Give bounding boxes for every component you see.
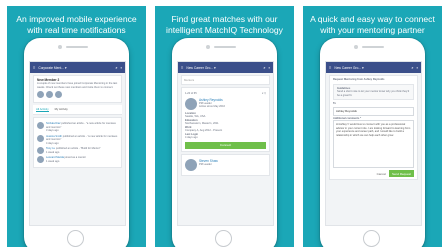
card-body: A couple of new members have joined Corp… [37,82,118,89]
phone-screen: ≡ New Career Gro... ▾ ⌕ ▪ Mentors 1-20 o… [177,61,274,226]
panel-headline: An improved mobile experience with real … [16,14,137,35]
tab-all-activity[interactable]: All Activity [36,107,49,112]
promo-panel-notifications: An improved mobile experience with real … [7,6,146,247]
activity-text: joined as a mentor [64,156,86,159]
app-title[interactable]: New Career Gro... ▾ [334,66,408,70]
notification-icon[interactable]: ▪ [417,65,418,70]
phone-mockup: ≡ New Career Gro... ▾ ⌕ ▪ Request Mentor… [320,38,425,247]
activity-tabs: All Activity My Activity [33,105,122,115]
field-value: 4 days ago [185,136,198,139]
avatar[interactable] [185,97,197,110]
speaker-grille [66,46,88,48]
form-actions: Cancel Send Request [333,170,414,177]
camera-icon [354,45,358,49]
search-input[interactable]: Mentors [181,75,270,85]
app-title[interactable]: Corporate Ment... ▾ [38,66,112,70]
menu-icon[interactable]: ≡ [181,65,183,70]
match-name[interactable]: Ashley Reynolds [199,98,225,102]
request-title: Request Mentoring from Ashley Reynolds [333,78,385,81]
notification-icon[interactable]: ▪ [121,65,122,70]
speaker-grille [214,46,236,48]
send-request-button[interactable]: Send Request [388,170,414,177]
cancel-button[interactable]: Cancel [377,172,386,176]
phone-mockup: ≡ New Career Gro... ▾ ⌕ ▪ Mentors 1-20 o… [172,38,277,247]
app-header: ≡ New Career Gro... ▾ ⌕ ▪ [326,62,421,73]
to-field[interactable]: Ashley Reynolds [333,106,414,116]
list-item[interactable]: Sinhala Diaz published an article - "a n… [37,122,118,133]
member-avatars [37,91,118,98]
activity-text: published an article - "Build for Mentor… [55,147,101,150]
guidelines-box: Guidelines Send a short note to let your… [333,83,414,100]
match-name[interactable]: Steven Shaw [199,159,218,163]
results-card: 1-20 of 65 ▾ ⚲ Ashley Reynolds PM Leader… [181,87,270,152]
profile-field: Education Northwestern, Master's, 2011 [185,119,266,126]
avatar [37,147,44,154]
home-button[interactable] [363,230,380,247]
phone-screen: ≡ New Career Gro... ▾ ⌕ ▪ Request Mentor… [325,61,422,226]
phone-screen: ≡ Corporate Ment... ▾ ⌕ ▪ New Member 2 A… [29,61,126,226]
activity-meta: 1 week ago [46,150,60,154]
promo-panel-matching: Find great matches with our intelligent … [155,6,294,247]
search-icon[interactable]: ⌕ [115,65,117,70]
notification-icon[interactable]: ▪ [269,65,270,70]
home-button[interactable] [215,230,232,247]
match-header: Steven Shaw PM Leader [185,158,266,171]
avatar [37,156,44,163]
menu-icon[interactable]: ≡ [329,65,331,70]
match-profile[interactable]: Steven Shaw PM Leader [181,153,270,176]
match-role: PM Leader [199,162,212,166]
list-item[interactable]: Tony Lu published an article - "Build fo… [37,147,118,154]
avatar[interactable] [46,91,53,98]
results-count: 1-20 of 65 [185,92,197,95]
avatar [37,134,44,142]
avatar[interactable] [185,158,197,171]
list-item[interactable]: Jessica Smith published an article - "a … [37,134,118,146]
activity-meta: 3 days ago [46,129,59,132]
panel-headline: A quick and easy way to connect with you… [310,14,435,35]
guidelines-body: Send a short note to let your mentor kno… [337,90,410,97]
phone-mockup: ≡ Corporate Ment... ▾ ⌕ ▪ New Member 2 A… [24,38,129,247]
activity-meta: 4 days ago [46,141,59,145]
avatar[interactable] [55,91,62,98]
profile-field: Location Seattle, WA, USA [185,112,266,119]
filter-icon[interactable]: ▾ ⚲ [262,92,266,96]
request-form: Request Mentoring from Ashley Reynolds G… [329,75,418,180]
match-meta: Active since May 2016 [199,105,225,108]
menu-icon[interactable]: ≡ [33,65,35,70]
activity-list: Sinhala Diaz published an article - "a n… [33,117,122,168]
speaker-grille [362,46,384,48]
camera-icon [58,45,62,49]
activity-meta: 1 week ago [46,159,60,163]
message-textarea[interactable]: Hi Ashley! I would love to connect with … [333,120,414,168]
avatar [37,122,44,129]
promo-panel-connect: A quick and easy way to connect with you… [303,6,442,247]
results-toolbar: 1-20 of 65 ▾ ⚲ [185,92,266,96]
profile-field: Last Login 4 days ago [185,133,266,140]
to-label: To [333,102,336,105]
list-item[interactable]: Leonard Manila joined as a mentor 1 week… [37,156,118,163]
connect-button[interactable]: Connect [185,141,266,149]
home-button[interactable] [67,230,84,247]
search-icon[interactable]: ⌕ [411,65,413,70]
new-members-card: New Member 2 A couple of new members hav… [33,75,122,103]
match-profile[interactable]: Ashley Reynolds PM Leader Active since M… [185,97,266,110]
camera-icon [206,45,210,49]
profile-field: Work Company A, Aug 2012 - Present [185,126,266,133]
activity-name[interactable]: Leonard Manila [46,156,64,159]
activity-name[interactable]: Tony Lu [46,147,55,150]
avatar[interactable] [37,91,44,98]
app-header: ≡ New Career Gro... ▾ ⌕ ▪ [178,62,273,73]
app-header: ≡ Corporate Ment... ▾ ⌕ ▪ [30,62,125,73]
app-title[interactable]: New Career Gro... ▾ [186,66,260,70]
panel-headline: Find great matches with our intelligent … [166,14,283,35]
tab-my-activity[interactable]: My Activity [55,107,68,112]
search-icon[interactable]: ⌕ [263,65,265,70]
